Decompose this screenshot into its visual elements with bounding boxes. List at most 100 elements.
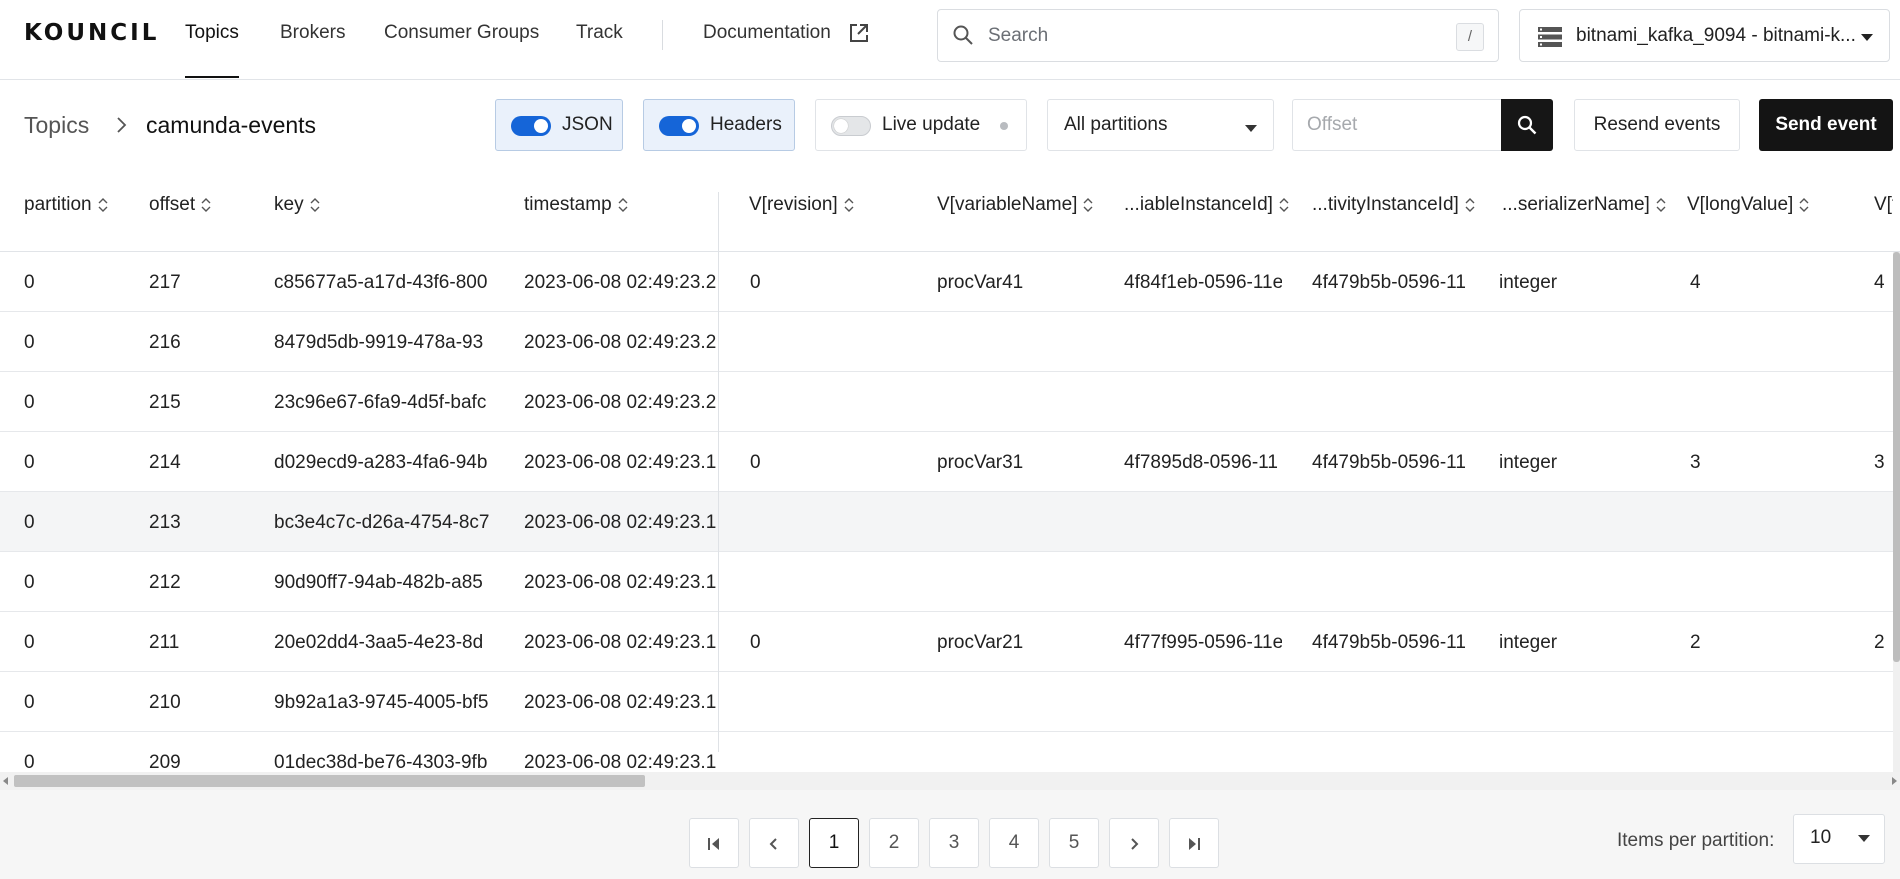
- cell-timestamp: 2023-06-08 02:49:23.1: [524, 632, 717, 653]
- cell-variable-name: procVar41: [937, 272, 1024, 293]
- search-icon: [1517, 115, 1537, 135]
- column-header-serializer-name[interactable]: ...serializerName]: [1502, 194, 1666, 216]
- cell-timestamp: 2023-06-08 02:49:23.2: [524, 392, 717, 413]
- scroll-right-arrow-icon[interactable]: [1892, 777, 1897, 785]
- offset-input[interactable]: [1292, 99, 1502, 151]
- cluster-name: bitnami_kafka_9094 - bitnami-k...: [1576, 25, 1856, 46]
- table-row[interactable]: 0 209 01dec38d-be76-4303-9fb 2023-06-08 02:…: [0, 732, 1900, 772]
- scroll-left-arrow-icon[interactable]: [3, 777, 8, 785]
- last-page-button[interactable]: [1169, 818, 1219, 868]
- cell-offset: 210: [149, 692, 181, 713]
- previous-page-button[interactable]: [749, 818, 799, 868]
- chevron-down-icon: [1245, 125, 1257, 132]
- headers-switch[interactable]: [659, 116, 699, 136]
- table-row[interactable]: 0 211 20e02dd4-3aa5-4e23-8d 2023-06-08 02:4…: [0, 612, 1900, 672]
- column-header-offset[interactable]: offset: [149, 194, 211, 216]
- horizontal-scrollbar[interactable]: [0, 772, 1900, 790]
- resend-events-button[interactable]: Resend events: [1574, 99, 1740, 151]
- nav-divider: [662, 20, 663, 50]
- cell-timestamp: 2023-06-08 02:49:23.2: [524, 332, 717, 353]
- table-row[interactable]: 0 213 bc3e4c7c-d26a-4754-8c7 2023-06-08 02:…: [0, 492, 1900, 552]
- column-header-activity-instance-id[interactable]: ...tivityInstanceId]: [1312, 194, 1475, 216]
- live-update-toggle[interactable]: Live update: [815, 99, 1027, 151]
- table-row[interactable]: 0 217 c85677a5-a17d-43f6-800 2023-06-08 02:…: [0, 252, 1900, 312]
- search-shortcut-hint: /: [1456, 23, 1484, 51]
- cell-truncated: 4: [1874, 272, 1885, 293]
- column-header-variable-instance-id[interactable]: ...iableInstanceId]: [1124, 194, 1289, 216]
- page-button-5[interactable]: 5: [1049, 818, 1099, 868]
- cell-serializer-name: integer: [1499, 632, 1558, 653]
- headers-toggle-label: Headers: [710, 114, 782, 135]
- column-header-truncated[interactable]: V[t: [1874, 194, 1893, 216]
- breadcrumb-topics[interactable]: Topics: [24, 112, 89, 139]
- headers-toggle[interactable]: Headers: [643, 99, 795, 151]
- table-row[interactable]: 0 216 8479d5db-9919-478a-93 2023-06-08 02:4…: [0, 312, 1900, 372]
- page-button-1[interactable]: 1: [809, 818, 859, 868]
- cell-truncated: 3: [1874, 452, 1885, 473]
- column-header-long-value[interactable]: V[longValue]: [1687, 194, 1809, 216]
- cell-long-value: 2: [1690, 632, 1701, 653]
- column-header-timestamp[interactable]: timestamp: [524, 194, 628, 216]
- chevron-down-icon: [1861, 34, 1873, 41]
- json-toggle-label: JSON: [562, 114, 613, 135]
- cell-serializer-name: integer: [1499, 452, 1558, 473]
- column-header-revision[interactable]: V[revision]: [749, 194, 854, 216]
- cell-partition: 0: [24, 392, 35, 413]
- global-search[interactable]: /: [937, 9, 1499, 62]
- column-header-variable-name[interactable]: V[variableName]: [937, 194, 1093, 216]
- cluster-selector[interactable]: bitnami_kafka_9094 - bitnami-k...: [1519, 9, 1890, 62]
- page-button-3[interactable]: 3: [929, 818, 979, 868]
- cell-timestamp: 2023-06-08 02:49:23.1: [524, 452, 717, 473]
- kouncil-logo[interactable]: KOUNCIL: [24, 20, 159, 46]
- sort-icon: [1279, 197, 1289, 212]
- sort-icon: [1465, 197, 1475, 212]
- server-icon: [1538, 27, 1562, 53]
- cell-offset: 216: [149, 332, 181, 353]
- live-update-switch[interactable]: [831, 116, 871, 136]
- external-link-icon[interactable]: [848, 22, 870, 50]
- column-header-partition[interactable]: partition: [24, 194, 108, 216]
- offset-search-button[interactable]: [1501, 99, 1553, 151]
- vertical-scrollbar-thumb[interactable]: [1893, 252, 1900, 662]
- cell-key: 90d90ff7-94ab-482b-a85: [274, 572, 483, 593]
- cell-key: 9b92a1a3-9745-4005-bf5: [274, 692, 489, 713]
- page-button-4[interactable]: 4: [989, 818, 1039, 868]
- nav-item-consumer-groups[interactable]: Consumer Groups: [384, 22, 539, 78]
- search-input[interactable]: [988, 22, 1428, 50]
- table-row[interactable]: 0 215 23c96e67-6fa9-4d5f-bafc 2023-06-08 02…: [0, 372, 1900, 432]
- sticky-column-divider: [718, 192, 719, 752]
- page-button-2[interactable]: 2: [869, 818, 919, 868]
- next-page-button[interactable]: [1109, 818, 1159, 868]
- table-row[interactable]: 0 210 9b92a1a3-9745-4005-bf5 2023-06-08 02:…: [0, 672, 1900, 732]
- sort-icon: [618, 197, 628, 212]
- top-navigation: KOUNCIL Topics Brokers Consumer Groups T…: [0, 0, 1900, 80]
- cell-serializer-name: integer: [1499, 272, 1558, 293]
- chevron-right-icon: [114, 114, 130, 142]
- table-header: partition offset key timestamp V[revisio…: [0, 180, 1900, 252]
- cell-long-value: 3: [1690, 452, 1701, 473]
- horizontal-scrollbar-thumb[interactable]: [14, 775, 645, 787]
- partition-select[interactable]: All partitions: [1047, 99, 1274, 151]
- first-page-button[interactable]: [689, 818, 739, 868]
- send-event-button[interactable]: Send event: [1759, 99, 1893, 151]
- cell-offset: 213: [149, 512, 181, 533]
- json-switch[interactable]: [511, 116, 551, 136]
- table-row[interactable]: 0 214 d029ecd9-a283-4fa6-94b 2023-06-08 02:…: [0, 432, 1900, 492]
- nav-item-track[interactable]: Track: [576, 22, 623, 78]
- json-toggle[interactable]: JSON: [495, 99, 623, 151]
- cell-variable-instance-id: 4f84f1eb-0596-11e: [1124, 272, 1282, 293]
- table-row[interactable]: 0 212 90d90ff7-94ab-482b-a85 2023-06-08 02:…: [0, 552, 1900, 612]
- sort-icon: [844, 197, 854, 212]
- sort-icon: [201, 197, 211, 212]
- cell-variable-name: procVar21: [937, 632, 1024, 653]
- nav-item-topics[interactable]: Topics: [185, 22, 239, 78]
- cell-offset: 215: [149, 392, 181, 413]
- nav-item-documentation[interactable]: Documentation: [703, 22, 831, 78]
- items-per-partition-select[interactable]: 10: [1793, 814, 1885, 864]
- vertical-scrollbar[interactable]: [1893, 252, 1900, 772]
- nav-item-brokers[interactable]: Brokers: [280, 22, 345, 78]
- cell-variable-instance-id: 4f77f995-0596-11e: [1124, 632, 1282, 653]
- cell-partition: 0: [24, 692, 35, 713]
- first-page-icon: [708, 838, 719, 850]
- column-header-key[interactable]: key: [274, 194, 320, 216]
